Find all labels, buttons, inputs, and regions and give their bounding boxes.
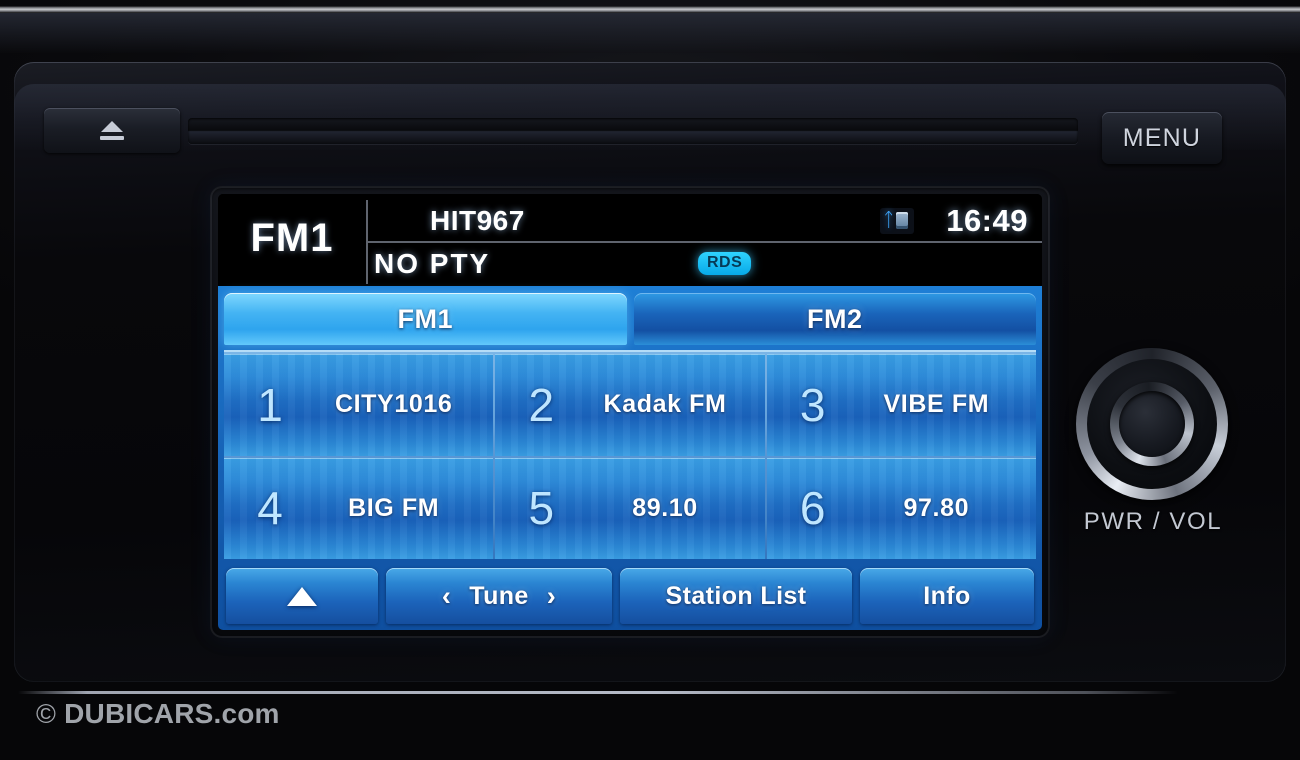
knob-label: PWR / VOL: [1083, 508, 1223, 535]
faceplate-chrome-accent: [18, 691, 1178, 694]
copyright-icon: ©: [36, 698, 57, 729]
phone-glyph: [896, 212, 909, 229]
station-list-label: Station List: [665, 581, 807, 610]
dashboard-chrome-trim: [0, 6, 1300, 13]
bluetooth-phone-icon: ᛏ: [880, 207, 914, 234]
preset-station-name: VIBE FM: [883, 390, 990, 419]
preset-button-1[interactable]: 1 CITY1016: [224, 354, 494, 456]
preset-station-name: 97.80: [903, 493, 970, 522]
station-list-button[interactable]: Station List: [620, 568, 852, 624]
eject-icon: [100, 121, 124, 140]
eject-bar: [100, 136, 124, 140]
tab-fm1[interactable]: FM1: [224, 293, 627, 345]
tab-fm2[interactable]: FM2: [633, 293, 1036, 345]
status-bar: FM1 HIT967 ᛏ 16:49 NO PTY RDS: [218, 194, 1042, 286]
bluetooth-glyph: ᛏ: [883, 210, 895, 231]
clock: 16:49: [946, 202, 1028, 238]
knob-chrome-collar: [1110, 382, 1194, 466]
band-tabs: FM1 FM2: [224, 293, 1036, 345]
preset-station-name: Kadak FM: [603, 390, 727, 419]
tune-button-label: Tune: [469, 581, 529, 610]
scroll-up-button[interactable]: [226, 568, 378, 624]
preset-number: 2: [528, 378, 555, 431]
preset-number: 5: [528, 482, 555, 535]
display-bezel: FM1 HIT967 ᛏ 16:49 NO PTY RDS FM1 FM2 1 …: [210, 186, 1050, 638]
eject-triangle: [101, 121, 123, 132]
preset-number: 1: [257, 378, 283, 431]
cd-slot: [188, 118, 1078, 144]
power-volume-knob[interactable]: [1076, 348, 1228, 500]
band-indicator: FM1: [250, 215, 334, 260]
dashboard-gloss-reflection: [0, 13, 1300, 53]
preset-station-name: CITY1016: [334, 390, 453, 419]
status-info-panel: HIT967 ᛏ 16:49 NO PTY RDS: [366, 200, 1042, 284]
tune-button[interactable]: ‹ Tune ›: [386, 568, 612, 624]
lcd-display[interactable]: FM1 HIT967 ᛏ 16:49 NO PTY RDS FM1 FM2 1 …: [218, 194, 1042, 630]
preset-grid: 1 CITY1016 2 Kadak FM 3 VIBE FM 4 BIG FM: [224, 350, 1036, 559]
preset-number: 6: [799, 482, 826, 535]
preset-button-2[interactable]: 2 Kadak FM: [495, 354, 765, 456]
tab-fm2-label: FM2: [807, 303, 863, 334]
preset-station-name: 89.10: [632, 493, 698, 522]
preset-button-5[interactable]: 5 89.10: [495, 457, 765, 559]
chevron-right-icon[interactable]: ›: [547, 581, 556, 612]
status-row-primary: HIT967 ᛏ 16:49: [368, 200, 1042, 243]
up-arrow-icon: [287, 586, 317, 606]
car-head-unit: MENU FM1 HIT967 ᛏ 16:49 NO PTY RDS FM1 F…: [0, 0, 1300, 760]
radio-screen-body: FM1 FM2 1 CITY1016 2 Kadak FM 3 VIBE FM …: [218, 286, 1042, 630]
preset-button-4[interactable]: 4 BIG FM: [224, 457, 494, 559]
rds-badge: RDS: [698, 252, 752, 275]
preset-station-name: BIG FM: [348, 493, 440, 522]
preset-button-3[interactable]: 3 VIBE FM: [766, 354, 1036, 456]
soft-button-bar: ‹ Tune › Station List Info: [224, 564, 1036, 624]
knob-cap: [1119, 391, 1185, 457]
status-row-secondary: NO PTY RDS: [368, 243, 1042, 284]
pty-text: NO PTY: [374, 247, 491, 279]
preset-number: 4: [257, 482, 283, 535]
eject-button[interactable]: [44, 108, 180, 153]
info-label: Info: [923, 581, 971, 610]
preset-button-6[interactable]: 6 97.80: [766, 457, 1036, 559]
info-button[interactable]: Info: [860, 568, 1034, 624]
tab-fm1-label: FM1: [397, 303, 453, 334]
station-name: HIT967: [430, 204, 525, 236]
menu-button[interactable]: MENU: [1102, 112, 1222, 164]
menu-button-label: MENU: [1122, 123, 1202, 152]
watermark-text: DUBICARS.com: [64, 698, 280, 729]
preset-number: 3: [799, 378, 826, 431]
chevron-left-icon[interactable]: ‹: [442, 581, 451, 612]
watermark: © DUBICARS.com: [36, 698, 280, 730]
